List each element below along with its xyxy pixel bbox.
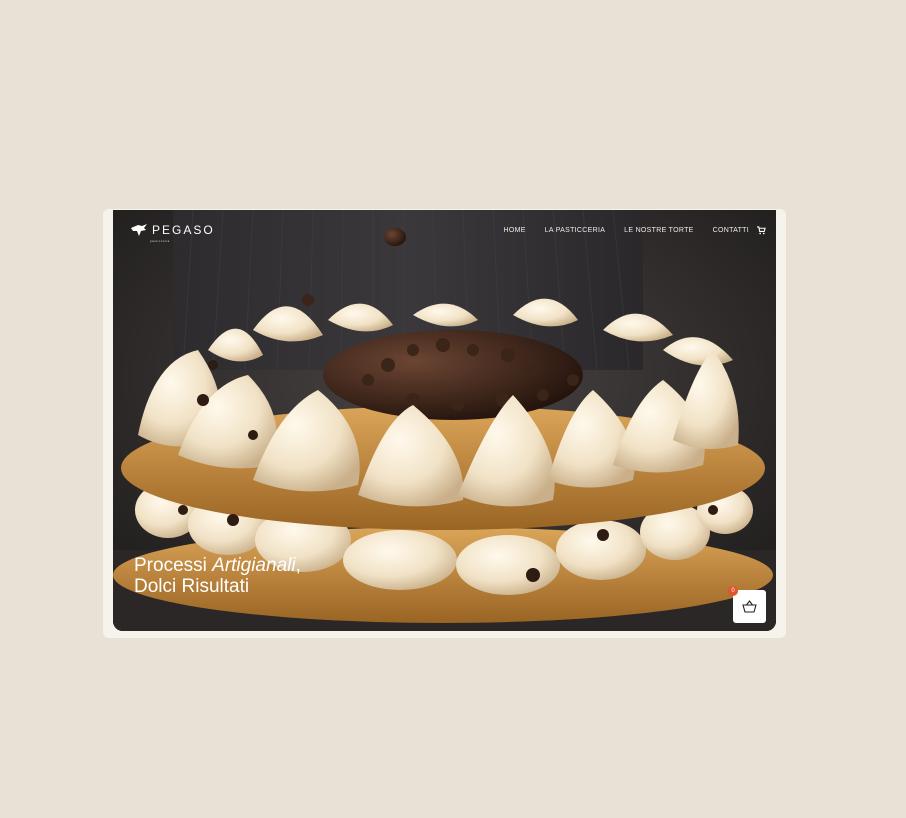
headline-comma: , — [295, 555, 301, 576]
basket-button[interactable] — [733, 590, 766, 623]
headline-italic-text: Artigianali — [212, 555, 296, 576]
main-navigation: HOME LA PASTICCERIA LE NOSTRE TORTE CONT… — [484, 226, 766, 235]
hero-headline: Processi Artigianali, Dolci Risultati — [134, 555, 301, 597]
brand-name: PEGASO — [152, 223, 215, 237]
site-header: PEGASO pasticceria HOME LA PASTICCERIA L… — [113, 210, 776, 254]
brand-logo[interactable]: PEGASO pasticceria — [130, 223, 215, 243]
headline-line-2: Dolci Risultati — [134, 576, 250, 597]
headline-text: Processi — [134, 555, 213, 576]
website-screenshot: PEGASO pasticceria HOME LA PASTICCERIA L… — [113, 210, 776, 631]
nav-item-le-nostre-torte[interactable]: LE NOSTRE TORTE — [624, 227, 693, 234]
cart-icon[interactable] — [757, 226, 766, 235]
pegasus-icon — [131, 224, 147, 236]
nav-item-contatti[interactable]: CONTATTI — [713, 227, 749, 234]
basket-count-badge: 0 — [728, 586, 738, 596]
basket-icon — [742, 600, 757, 613]
brand-tagline: pasticceria — [150, 239, 170, 243]
nav-item-home[interactable]: HOME — [503, 227, 525, 234]
nav-item-la-pasticceria[interactable]: LA PASTICCERIA — [545, 227, 605, 234]
